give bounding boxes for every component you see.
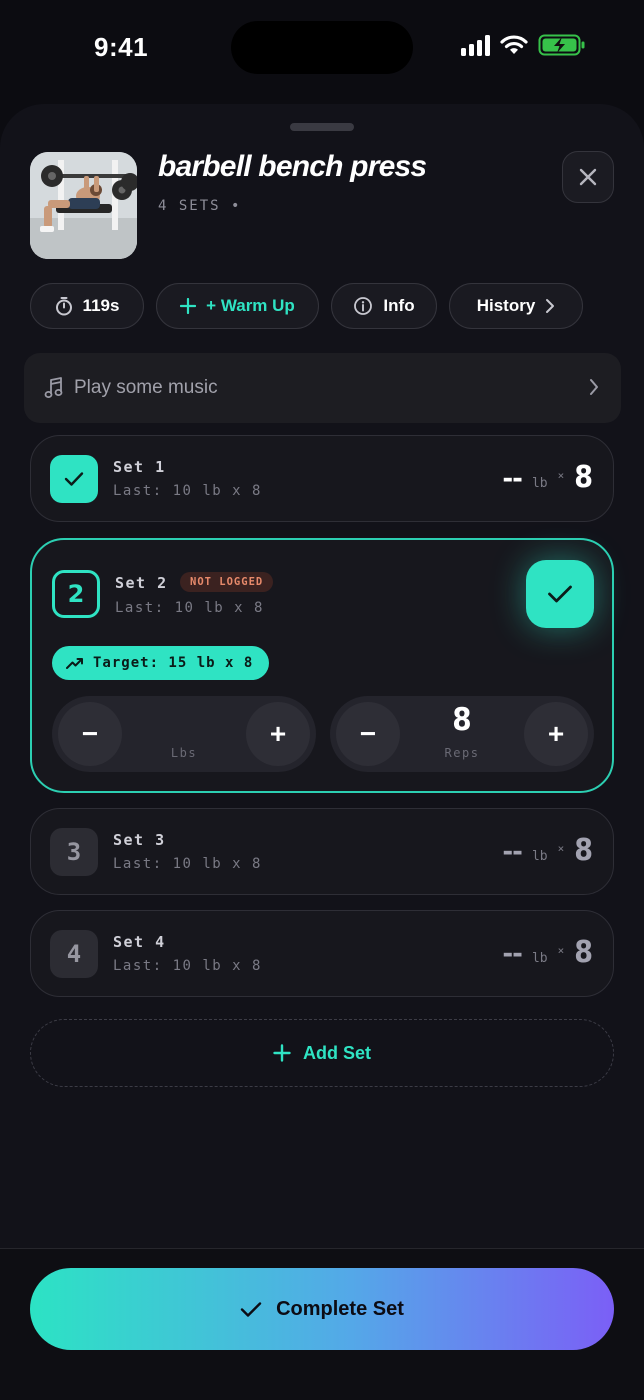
rest-timer-label: 119s bbox=[82, 296, 120, 315]
set-unit: lb bbox=[531, 476, 548, 491]
set-weight: -- bbox=[502, 837, 523, 867]
history-label: History bbox=[476, 296, 536, 315]
action-chips: 119s + Warm Up Info History bbox=[30, 283, 583, 329]
set-row-4[interactable]: 4 Set 4 Last: 10 lb x 8 -- lb × 8 bbox=[30, 910, 614, 997]
set-row-1[interactable]: Set 1 Last: 10 lb x 8 -- lb × 8 bbox=[30, 435, 614, 522]
footer-bar: Complete Set bbox=[0, 1248, 644, 1400]
set-reps: 8 bbox=[574, 460, 593, 495]
add-set-label: Add Set bbox=[302, 1042, 371, 1063]
chevron-right-icon bbox=[546, 299, 555, 313]
complete-set-button[interactable]: Complete Set bbox=[30, 1268, 614, 1350]
target-pill: Target: 15 lb x 8 bbox=[52, 646, 270, 680]
set-row-3[interactable]: 3 Set 3 Last: 10 lb x 8 -- lb × 8 bbox=[30, 808, 614, 895]
check-icon bbox=[64, 472, 84, 486]
music-label: Play some music bbox=[74, 377, 218, 398]
set-last: Last: 10 lb x 8 bbox=[113, 483, 262, 499]
status-badge: NOT LOGGED bbox=[180, 572, 274, 592]
log-set-button[interactable] bbox=[526, 560, 594, 628]
exercise-sheet: barbell bench press 4 SETS • 119s + Warm… bbox=[0, 104, 644, 1400]
rest-timer-chip[interactable]: 119s bbox=[30, 283, 144, 329]
signal-icon bbox=[461, 34, 490, 56]
set-reps: 8 bbox=[574, 935, 593, 970]
weight-stepper: − Lbs + bbox=[52, 696, 316, 772]
set-name: Set 3 bbox=[113, 831, 166, 849]
set-weight: -- bbox=[502, 939, 523, 969]
reps-stepper: − 8 Reps + bbox=[330, 696, 594, 772]
set-unit: lb bbox=[531, 849, 548, 864]
history-chip[interactable]: History bbox=[449, 283, 583, 329]
plus-icon bbox=[273, 1044, 291, 1062]
reps-increment-button[interactable]: + bbox=[524, 702, 588, 766]
set-weight: -- bbox=[502, 464, 523, 494]
play-music-row[interactable]: Play some music bbox=[24, 353, 621, 423]
info-chip[interactable]: Info bbox=[331, 283, 437, 329]
set-number-badge[interactable]: 4 bbox=[50, 930, 98, 978]
set-value: -- lb × 8 bbox=[502, 833, 593, 868]
set-value: -- lb × 8 bbox=[502, 935, 593, 970]
set-name: Set 1 bbox=[113, 458, 166, 476]
check-icon bbox=[548, 585, 572, 603]
warm-up-chip[interactable]: + Warm Up bbox=[156, 283, 319, 329]
warm-up-label: + Warm Up bbox=[206, 296, 295, 315]
check-icon bbox=[240, 1301, 262, 1317]
set-last: Last: 10 lb x 8 bbox=[115, 600, 264, 616]
trend-up-icon bbox=[66, 658, 83, 669]
status-icons bbox=[461, 34, 586, 56]
close-icon bbox=[579, 168, 597, 186]
stopwatch-icon bbox=[55, 297, 72, 316]
battery-icon bbox=[538, 34, 585, 56]
dynamic-island bbox=[231, 21, 413, 74]
chevron-right-icon bbox=[590, 379, 598, 395]
status-bar: 9:41 bbox=[0, 0, 644, 96]
status-time: 9:41 bbox=[94, 32, 149, 62]
target-label: Target: 15 lb x 8 bbox=[93, 655, 254, 671]
set-name: Set 4 bbox=[113, 933, 166, 951]
set-last: Last: 10 lb x 8 bbox=[113, 856, 262, 872]
set-number-badge: 2 bbox=[52, 570, 100, 618]
set-complete-checkbox[interactable] bbox=[50, 455, 98, 503]
complete-set-label: Complete Set bbox=[276, 1297, 404, 1320]
set-last: Last: 10 lb x 8 bbox=[113, 958, 262, 974]
set-row-2-active: 2 Set 2 NOT LOGGED Last: 10 lb x 8 Targe… bbox=[30, 538, 614, 793]
add-set-button[interactable]: Add Set bbox=[30, 1019, 614, 1087]
wifi-icon bbox=[500, 35, 528, 54]
set-reps: 8 bbox=[574, 833, 593, 868]
set-times: × bbox=[557, 842, 565, 855]
set-name: Set 2 bbox=[115, 574, 168, 592]
exercise-subtitle: 4 SETS • bbox=[158, 198, 242, 214]
set-unit: lb bbox=[531, 951, 548, 966]
weight-increment-button[interactable]: + bbox=[246, 702, 310, 766]
plus-icon bbox=[180, 298, 197, 314]
sheet-grabber[interactable] bbox=[290, 123, 354, 131]
exercise-thumbnail bbox=[30, 152, 137, 259]
exercise-title: barbell bench press bbox=[158, 150, 427, 183]
info-label: Info bbox=[383, 296, 415, 315]
set-value: -- lb × 8 bbox=[502, 460, 593, 495]
close-button[interactable] bbox=[562, 151, 614, 203]
music-note-icon bbox=[44, 377, 63, 398]
info-icon bbox=[354, 297, 373, 315]
set-times: × bbox=[557, 469, 565, 482]
set-times: × bbox=[557, 944, 565, 957]
set-number-badge[interactable]: 3 bbox=[50, 828, 98, 876]
